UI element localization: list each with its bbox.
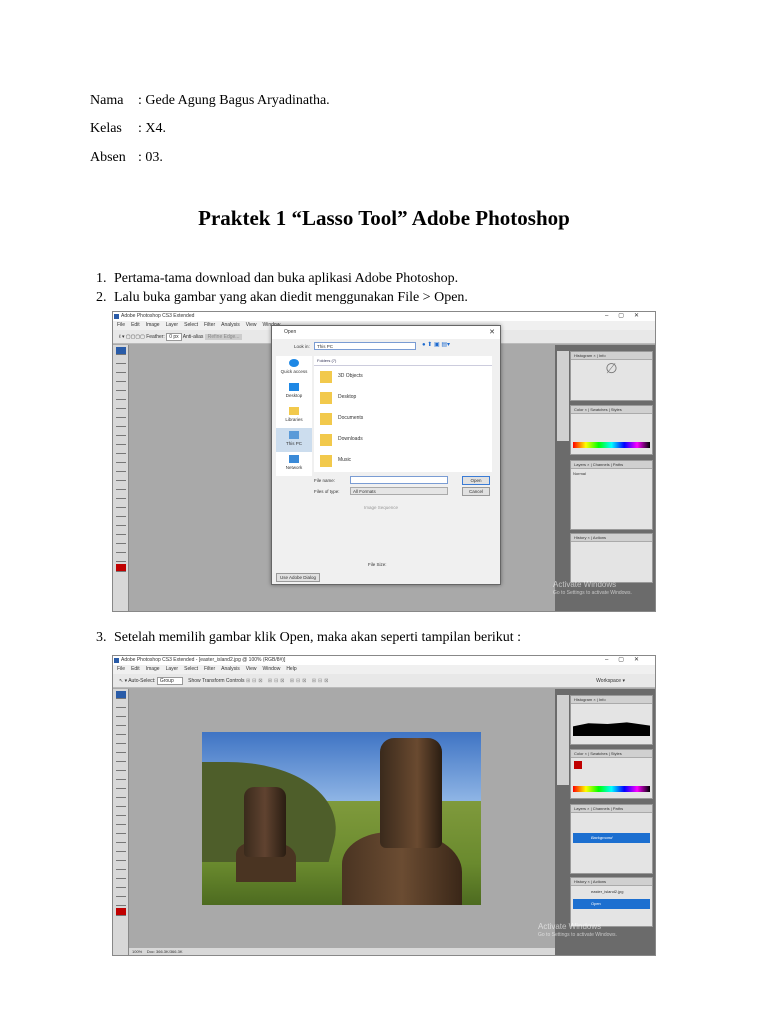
easter-island-image: [202, 732, 481, 905]
menu-layer[interactable]: Layer: [166, 666, 179, 672]
menu-select[interactable]: Select: [184, 666, 198, 672]
folder-desktop[interactable]: Desktop: [314, 387, 492, 408]
menu-file[interactable]: File: [117, 322, 125, 328]
menu-analysis[interactable]: Analysis: [221, 666, 240, 672]
layer-background[interactable]: Background: [573, 833, 650, 843]
show-transform-checkbox[interactable]: Show Transform Controls: [188, 678, 244, 684]
nav-toolbar-icons[interactable]: ● ⬆ ▣ ▤▾: [422, 341, 450, 348]
place-network[interactable]: Network: [276, 452, 312, 476]
histogram-panel: Histogram × | Info: [570, 695, 653, 745]
antialias-checkbox[interactable]: Anti-alias: [183, 334, 204, 340]
look-in-label: Look in:: [294, 344, 310, 349]
step-3: 3. Setelah memilih gambar klik Open, maka…: [96, 630, 522, 645]
history-panel: History × | Actions easter_island2.jpg Ope…: [570, 877, 653, 927]
status-bar: 100% Doc: 366.3K/366.3K: [129, 948, 555, 955]
use-adobe-dialog-button[interactable]: Use Adobe Dialog: [276, 573, 320, 582]
menu-window[interactable]: Window: [263, 666, 281, 672]
info-class: Kelas: X4.: [90, 121, 166, 136]
history-step-open[interactable]: Open: [573, 899, 650, 909]
options-bar: ↖ ▾ Auto-Select: Group Show Transform Co…: [113, 674, 655, 688]
histogram-panel: Histogram × | Info ∅: [570, 351, 653, 401]
folder-3d-objects[interactable]: 3D Objects: [314, 366, 492, 387]
toolbox: [113, 689, 129, 955]
activate-windows-watermark: Activate Windows: [538, 922, 602, 931]
window-controls[interactable]: –▢✕: [605, 312, 649, 321]
place-desktop[interactable]: Desktop: [276, 380, 312, 404]
toolbox: [113, 345, 129, 611]
workspace-button[interactable]: Workspace ▾: [596, 674, 625, 688]
menu-view[interactable]: View: [246, 666, 257, 672]
info-absen: Absen: 03.: [90, 150, 163, 165]
image-sequence-checkbox[interactable]: Image Sequence: [364, 505, 398, 510]
feather-label: Feather:: [146, 334, 165, 340]
panel-dock: Histogram × | Info Color × | Swatches | …: [555, 689, 655, 955]
menu-layer[interactable]: Layer: [166, 322, 179, 328]
file-name-input[interactable]: [350, 476, 448, 484]
cancel-button[interactable]: Cancel: [462, 487, 490, 496]
file-size-label: File Size:: [368, 562, 387, 567]
menu-analysis[interactable]: Analysis: [221, 322, 240, 328]
folder-documents[interactable]: Documents: [314, 408, 492, 429]
color-panel: Color × | Swatches | Styles: [570, 405, 653, 455]
dialog-title: Open: [284, 329, 297, 335]
info-name: Nama: Gede Agung Bagus Aryadinatha.: [90, 93, 330, 108]
menu-bar: File Edit Image Layer Select Filter Analysis Vi…: [113, 665, 655, 674]
menu-filter[interactable]: Filter: [204, 322, 215, 328]
menu-help[interactable]: Help: [286, 666, 296, 672]
places-bar: Quick access Desktop Libraries This PC N…: [276, 356, 312, 476]
feather-input[interactable]: 0 px: [166, 333, 182, 341]
refine-edge-button[interactable]: Refine Edge...: [204, 334, 243, 340]
menu-edit[interactable]: Edit: [131, 666, 140, 672]
step-2: 2. Lalu buka gambar yang akan diedit meng…: [96, 290, 468, 305]
panel-dock: Histogram × | Info ∅ Color × | Swatches |…: [555, 345, 655, 611]
doc-size: Doc: 366.3K/366.3K: [146, 949, 183, 954]
photoshop-icon: [114, 314, 119, 319]
open-dialog: Open ✕ Look in: This PC ● ⬆ ▣ ▤▾ Quick ac…: [271, 325, 501, 585]
align-icons[interactable]: ⊞⊟⊠ ⊞⊟⊠ ⊞⊟⊠ ⊞⊟⊠: [246, 678, 330, 684]
auto-select-checkbox[interactable]: Auto-Select:: [128, 678, 155, 684]
color-panel: Color × | Swatches | Styles: [570, 749, 653, 799]
place-this-pc[interactable]: This PC: [276, 428, 312, 452]
menu-image[interactable]: Image: [146, 666, 160, 672]
folder-music[interactable]: Music: [314, 450, 492, 471]
menu-select[interactable]: Select: [184, 322, 198, 328]
history-snapshot[interactable]: easter_island2.jpg: [571, 886, 652, 897]
file-type-select[interactable]: All Formats: [350, 487, 448, 495]
folder-downloads[interactable]: Downloads: [314, 429, 492, 450]
step-1: 1. Pertama-tama download dan buka aplikas…: [96, 271, 459, 286]
activate-windows-subtext: Go to Settings to activate Windows.: [538, 932, 617, 938]
move-tool-icon[interactable]: ↖ ▾: [119, 678, 128, 684]
menu-filter[interactable]: Filter: [204, 666, 215, 672]
look-in-select[interactable]: This PC: [314, 342, 416, 350]
place-quick-access[interactable]: Quick access: [276, 356, 312, 380]
file-type-label: Files of type:: [314, 489, 340, 494]
window-titlebar: Adobe Photoshop CS3 Extended –▢✕: [113, 312, 655, 321]
window-controls[interactable]: –▢✕: [605, 656, 649, 665]
open-button[interactable]: Open: [462, 476, 490, 485]
activate-windows-subtext: Go to Settings to activate Windows.: [553, 590, 632, 596]
zoom-level[interactable]: 100%: [132, 949, 142, 954]
file-name-label: File name:: [314, 478, 336, 483]
page-title: Praktek 1 “Lasso Tool” Adobe Photoshop: [198, 206, 570, 230]
screenshot-open-dialog: Adobe Photoshop CS3 Extended –▢✕ File Edit…: [112, 311, 656, 612]
photoshop-icon: [114, 658, 119, 663]
window-titlebar: Adobe Photoshop CS3 Extended - [easter_i…: [113, 656, 655, 665]
menu-file[interactable]: File: [117, 666, 125, 672]
file-list: Folders (7) 3D Objects Desktop Documents…: [314, 356, 492, 472]
auto-select-dropdown[interactable]: Group: [156, 677, 183, 685]
menu-edit[interactable]: Edit: [131, 322, 140, 328]
screenshot-opened-image: Adobe Photoshop CS3 Extended - [easter_i…: [112, 655, 656, 956]
menu-view[interactable]: View: [246, 322, 257, 328]
close-icon[interactable]: ✕: [489, 326, 495, 339]
menu-image[interactable]: Image: [146, 322, 160, 328]
layers-panel: Layers × | Channels | Paths Background: [570, 804, 653, 874]
history-panel: History × | Actions: [570, 533, 653, 583]
lasso-icon[interactable]: ℓ ▾ ▢▢▢▢: [119, 334, 146, 340]
layers-panel: Layers × | Channels | Paths Normal: [570, 460, 653, 530]
place-libraries[interactable]: Libraries: [276, 404, 312, 428]
activate-windows-watermark: Activate Windows: [553, 580, 617, 589]
